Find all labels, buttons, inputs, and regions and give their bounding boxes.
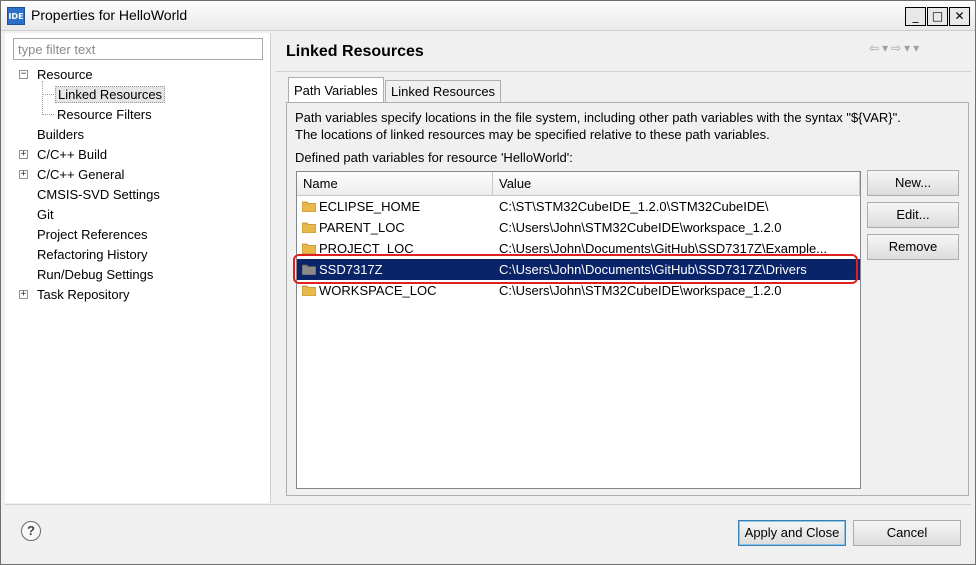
tree-item-refactoring-history[interactable]: Refactoring History <box>35 245 150 265</box>
description-line-1: Path variables specify locations in the … <box>295 110 901 125</box>
forward-icon[interactable]: ⇨ <box>891 41 904 55</box>
folder-icon <box>302 243 316 254</box>
properties-dialog: IDE Properties for HelloWorld _ □ ✕ − Re… <box>0 0 976 565</box>
new-button[interactable]: New... <box>867 170 959 196</box>
page-title: Linked Resources <box>286 43 424 60</box>
tree-item-label: Git <box>37 207 54 222</box>
tab-linked-resources[interactable]: Linked Resources <box>385 80 502 103</box>
variable-name: PARENT_LOC <box>319 220 405 235</box>
defined-variables-label: Defined path variables for resource 'Hel… <box>295 150 573 165</box>
tree-item-label: Resource Filters <box>57 107 152 122</box>
tree-connector <box>42 81 43 113</box>
tree-connector <box>42 94 54 95</box>
page-navigation: ⇦▾⇨▾▾ <box>869 41 922 55</box>
table-header: Name Value <box>297 172 860 196</box>
table-row[interactable]: ECLIPSE_HOME C:\ST\STM32CubeIDE_1.2.0\ST… <box>297 196 860 217</box>
maximize-button[interactable]: □ <box>927 7 948 26</box>
tree-item-project-references[interactable]: Project References <box>35 225 150 245</box>
tree-item-builders[interactable]: Builders <box>35 125 86 145</box>
minimize-button[interactable]: _ <box>905 7 926 26</box>
tree-connector <box>42 114 54 115</box>
window-title: Properties for HelloWorld <box>31 7 188 23</box>
folder-icon <box>302 222 316 233</box>
filter-input[interactable] <box>13 38 263 60</box>
footer-divider <box>5 504 971 505</box>
tree-item-label: Run/Debug Settings <box>37 267 154 282</box>
forward-menu-icon[interactable]: ▾ <box>904 41 913 55</box>
description-line-2: The locations of linked resources may be… <box>295 127 770 142</box>
title-bar: IDE Properties for HelloWorld _ □ ✕ <box>1 1 975 31</box>
cancel-button[interactable]: Cancel <box>853 520 961 546</box>
back-menu-icon[interactable]: ▾ <box>882 41 891 55</box>
tree-item-label: Resource <box>37 67 93 82</box>
view-menu-icon[interactable]: ▾ <box>913 41 922 55</box>
tree-item-label: C/C++ Build <box>37 147 108 162</box>
tree-item-label: CMSIS-SVD Settings <box>37 187 160 202</box>
variable-value: C:\ST\STM32CubeIDE_1.2.0\STM32CubeIDE\ <box>499 199 769 214</box>
apply-and-close-button[interactable]: Apply and Close <box>738 520 846 546</box>
tree-item-label: Refactoring History <box>37 247 148 262</box>
tree-item-cmsis-svd-settings[interactable]: CMSIS-SVD Settings <box>35 185 162 205</box>
tree-item-label: Task Repository <box>37 287 130 302</box>
tree-item-label: Project References <box>37 227 148 242</box>
tree-item-label: Builders <box>37 127 84 142</box>
table-row[interactable]: PARENT_LOC C:\Users\John\STM32CubeIDE\wo… <box>297 217 860 238</box>
selection-highlight-annotation <box>293 254 858 284</box>
header-divider <box>276 71 971 72</box>
collapse-icon[interactable]: − <box>19 70 28 79</box>
tree-item-label: Linked Resources <box>55 86 166 103</box>
tree-item-run-debug-settings[interactable]: Run/Debug Settings <box>35 265 155 285</box>
back-icon[interactable]: ⇦ <box>869 41 882 55</box>
edit-button[interactable]: Edit... <box>867 202 959 228</box>
close-button[interactable]: ✕ <box>949 7 970 26</box>
path-variables-table[interactable]: Name Value ECLIPSE_HOME C:\ST\STM32CubeI… <box>296 171 861 489</box>
folder-icon <box>302 201 316 212</box>
folder-icon <box>302 285 316 296</box>
tree-item-linked-resources[interactable]: Linked Resources <box>55 85 166 105</box>
column-header-value[interactable]: Value <box>493 172 860 196</box>
property-page-tree-pane: − Resource Linked Resources Resource Fil… <box>5 33 271 503</box>
variable-name: ECLIPSE_HOME <box>319 199 421 214</box>
tab-path-variables[interactable]: Path Variables <box>288 77 384 103</box>
tree-item-resource-filters[interactable]: Resource Filters <box>55 105 154 125</box>
variable-value: C:\Users\John\STM32CubeIDE\workspace_1.2… <box>499 220 782 235</box>
expand-icon[interactable]: + <box>19 170 28 179</box>
expand-icon[interactable]: + <box>19 290 28 299</box>
column-header-name[interactable]: Name <box>297 172 493 196</box>
help-icon[interactable]: ? <box>21 521 41 541</box>
tree-item-label: C/C++ General <box>37 167 125 182</box>
tree-item-git[interactable]: Git <box>35 205 56 225</box>
remove-button[interactable]: Remove <box>867 234 959 260</box>
ide-app-icon: IDE <box>7 7 25 25</box>
expand-icon[interactable]: + <box>19 150 28 159</box>
